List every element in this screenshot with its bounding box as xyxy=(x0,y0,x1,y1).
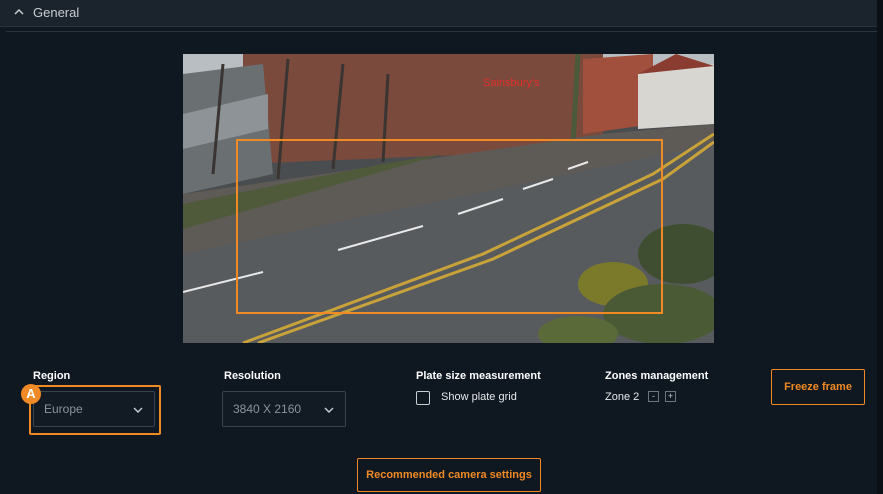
freeze-frame-button[interactable]: Freeze frame xyxy=(771,369,865,405)
show-plate-grid-label[interactable]: Show plate grid xyxy=(441,391,517,403)
region-highlight xyxy=(29,385,161,435)
resolution-select[interactable]: 3840 X 2160 xyxy=(222,391,346,427)
annotation-marker: A xyxy=(21,384,41,404)
divider xyxy=(6,31,877,32)
section-title: General xyxy=(33,5,80,20)
recommended-camera-settings-button[interactable]: Recommended camera settings xyxy=(357,458,541,492)
plate-size-label: Plate size measurement xyxy=(416,370,541,382)
section-header[interactable]: General xyxy=(0,0,883,27)
zones-label: Zones management xyxy=(605,370,709,382)
zone-increment-button[interactable]: + xyxy=(665,391,676,402)
show-plate-grid-checkbox[interactable] xyxy=(416,391,430,405)
camera-preview: Sainsbury's xyxy=(183,54,714,343)
scroll-edge xyxy=(877,0,883,494)
camera-scene: Sainsbury's xyxy=(183,54,714,343)
chevron-up-icon[interactable] xyxy=(12,5,26,19)
current-zone: Zone 2 xyxy=(605,391,640,403)
resolution-value: 3840 X 2160 xyxy=(233,402,302,416)
store-sign: Sainsbury's xyxy=(483,77,540,89)
region-label: Region xyxy=(33,370,71,382)
resolution-label: Resolution xyxy=(224,370,281,382)
chevron-down-icon xyxy=(324,407,334,413)
zone-decrement-button[interactable]: - xyxy=(648,391,659,402)
